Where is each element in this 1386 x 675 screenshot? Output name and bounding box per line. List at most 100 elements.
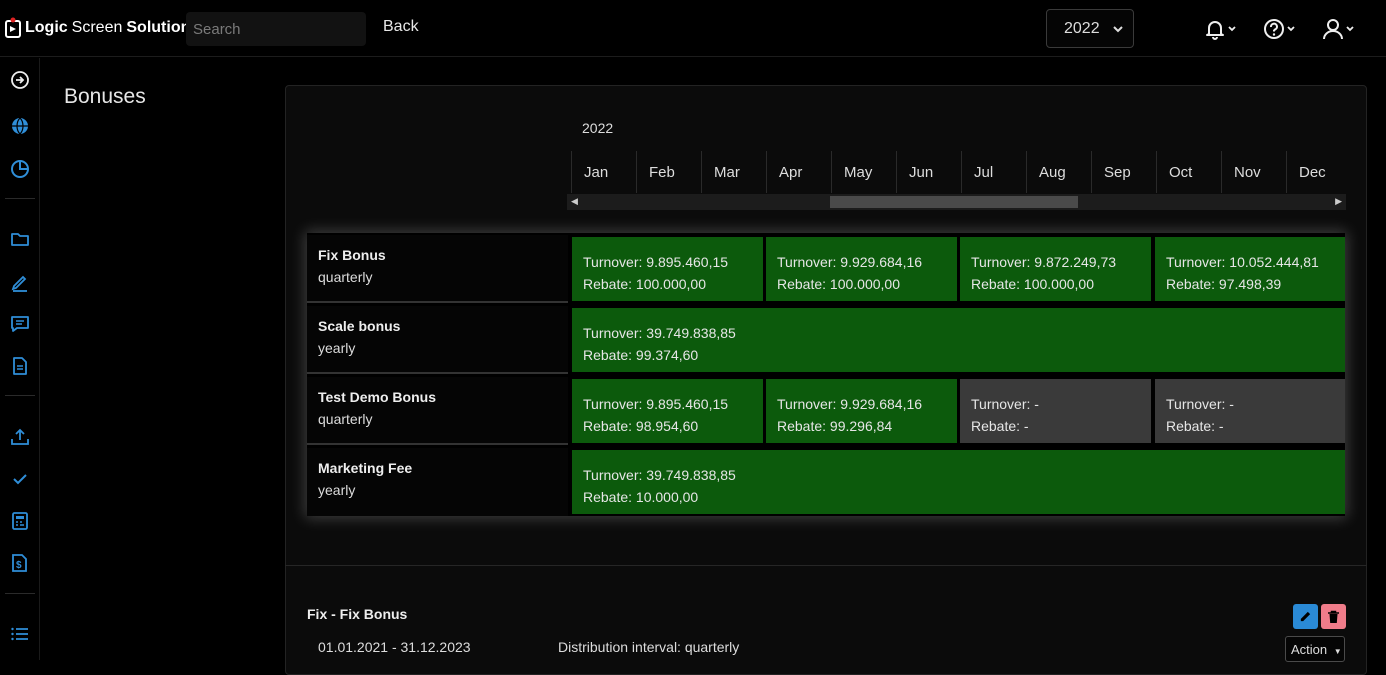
list-icon[interactable] [10,624,30,644]
bonus-interval: quarterly [318,411,373,427]
month-header: Dec [1286,151,1346,193]
bonus-row-label[interactable]: Scale bonus yearly [307,306,568,374]
delete-button[interactable] [1321,604,1346,629]
action-label: Action [1291,642,1328,657]
section-divider [285,565,1367,566]
detail-bonus-name: Fix - Fix Bonus [307,606,408,622]
cell-rebate: Rebate: 99.296,84 [777,418,893,434]
pencil-icon [1300,611,1311,622]
month-header: Sep [1091,151,1156,193]
period-cell[interactable]: Turnover: 10.052.444,81 Rebate: 97.498,3… [1155,237,1345,301]
detail-date-range: 01.01.2021 - 31.12.2023 [318,639,471,655]
cell-rebate: Rebate: 100.000,00 [583,276,706,292]
user-menu[interactable] [1322,16,1356,42]
year-select-value: 2022 [1064,19,1100,37]
sidebar-divider [5,395,35,396]
chevron-down-icon [1228,26,1236,32]
help-icon [1264,19,1284,39]
bonus-name: Test Demo Bonus [318,389,436,405]
check-icon[interactable] [10,469,30,489]
chevron-down-icon [1346,26,1354,32]
period-cell[interactable]: Turnover: 9.929.684,16 Rebate: 99.296,84 [766,379,957,443]
brand-logo[interactable]: Logic Screen Solutions [4,16,199,40]
detail-distribution-interval: Distribution interval: quarterly [558,639,740,655]
pencil-icon[interactable] [10,272,30,292]
edit-button[interactable] [1293,604,1318,629]
month-header: Feb [636,151,701,193]
chevron-down-icon [1287,26,1295,32]
notifications-menu[interactable] [1204,16,1238,42]
cell-rebate: Rebate: 98.954,60 [583,418,699,434]
svg-text:$: $ [16,560,22,571]
bonus-row-label[interactable]: Fix Bonus quarterly [307,235,568,303]
navigate-icon[interactable] [10,70,30,90]
logo-mark-icon [5,17,21,38]
invoice-icon[interactable]: $ [10,553,30,573]
cell-rebate: Rebate: 10.000,00 [583,489,699,505]
period-cell[interactable]: Turnover: - Rebate: - [1155,379,1345,443]
cell-turnover: Turnover: 9.895.460,15 [583,396,729,412]
bonus-name: Marketing Fee [318,460,413,476]
scrollbar-thumb[interactable] [830,196,1078,208]
pie-chart-icon[interactable] [10,159,30,179]
bonus-row-label[interactable]: Marketing Fee yearly [307,448,568,516]
folder-icon[interactable] [10,229,30,249]
upload-icon[interactable] [10,427,30,447]
scroll-right-icon[interactable]: ▶ [1335,196,1342,207]
search-input[interactable] [186,12,366,46]
month-header: Oct [1156,151,1221,193]
bonus-name: Scale bonus [318,318,401,334]
period-cell[interactable]: Turnover: 9.929.684,16 Rebate: 100.000,0… [766,237,957,301]
page-title: Bonuses [64,85,146,108]
scroll-left-icon[interactable]: ◀ [571,196,578,207]
bonus-name: Fix Bonus [318,247,386,263]
brand-screen: Screen [71,19,123,36]
period-cell[interactable]: Turnover: - Rebate: - [960,379,1151,443]
bonus-interval: yearly [318,340,356,356]
period-cell[interactable]: Turnover: 9.895.460,15 Rebate: 98.954,60 [572,379,763,443]
cell-turnover: Turnover: 9.895.460,15 [583,254,729,270]
sidebar-divider [5,198,35,199]
document-icon[interactable] [10,356,30,376]
month-header: Nov [1221,151,1286,193]
cell-turnover: Turnover: 39.749.838,85 [583,467,736,483]
brand-logic: Logic [25,19,68,36]
month-header: May [831,151,896,193]
top-bar: Logic Screen Solutions Back 2022 [0,0,1386,57]
user-icon [1323,19,1343,40]
cell-rebate: Rebate: 99.374,60 [583,347,699,363]
help-menu[interactable] [1263,16,1297,42]
period-cell[interactable]: Turnover: 39.749.838,85 Rebate: 99.374,6… [572,308,1345,372]
back-link[interactable]: Back [383,18,419,36]
cell-rebate: Rebate: 100.000,00 [971,276,1094,292]
bonus-interval: quarterly [318,269,373,285]
sidebar-divider [5,593,35,594]
calculator-icon[interactable] [10,511,30,531]
cell-turnover: Turnover: - [1166,396,1234,412]
action-dropdown[interactable]: Action ▼ [1285,636,1345,662]
timeline-scrollbar[interactable]: ◀ ▶ [567,194,1346,210]
year-select[interactable]: 2022 [1046,9,1134,48]
cell-rebate: Rebate: 100.000,00 [777,276,900,292]
period-cell[interactable]: Turnover: 39.749.838,85 Rebate: 10.000,0… [572,450,1345,514]
month-header: Aug [1026,151,1091,193]
cell-turnover: Turnover: 39.749.838,85 [583,325,736,341]
cell-rebate: Rebate: - [971,418,1029,434]
month-header: Jul [961,151,1026,193]
month-header: Mar [701,151,766,193]
bell-icon [1206,21,1224,40]
globe-icon[interactable] [10,116,30,136]
month-header: Jan [571,151,636,193]
message-icon[interactable] [10,314,30,334]
cell-turnover: Turnover: 9.929.684,16 [777,254,923,270]
bonus-interval: yearly [318,482,356,498]
period-cell[interactable]: Turnover: 9.895.460,15 Rebate: 100.000,0… [572,237,763,301]
sidebar: $ [0,58,40,660]
cell-turnover: Turnover: - [971,396,1039,412]
period-cell[interactable]: Turnover: 9.872.249,73 Rebate: 100.000,0… [960,237,1151,301]
trash-icon [1328,610,1339,623]
month-header: Jun [896,151,961,193]
bonus-row-label[interactable]: Test Demo Bonus quarterly [307,377,568,445]
month-header: Apr [766,151,831,193]
cell-turnover: Turnover: 10.052.444,81 [1166,254,1319,270]
